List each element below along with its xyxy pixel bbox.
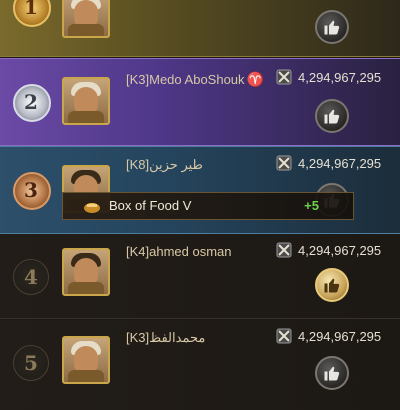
reward-tooltip: Box of Food V +5 xyxy=(62,192,354,220)
avatar[interactable] xyxy=(62,248,110,296)
rank-badge: 5 xyxy=(10,342,52,384)
rank-3-medal-icon: 3 xyxy=(10,169,52,211)
crossed-swords-icon xyxy=(276,155,292,171)
avatar[interactable] xyxy=(62,336,110,384)
leaderboard-row-4[interactable]: 4 [K4]ahmed osman 4,294,967,295 xyxy=(0,234,400,319)
rank-number: 1 xyxy=(24,0,38,19)
player-name: [K3]محمدالفظ xyxy=(126,330,206,345)
rank-number: 4 xyxy=(24,265,38,289)
like-button[interactable] xyxy=(315,356,349,390)
like-button[interactable] xyxy=(315,99,349,133)
thumbs-up-icon xyxy=(324,366,340,381)
thumbs-up-icon xyxy=(324,20,340,35)
aries-symbol-icon: ♈ xyxy=(246,71,264,87)
avatar[interactable] xyxy=(62,77,110,125)
thumbs-up-icon xyxy=(324,109,340,124)
crossed-swords-icon xyxy=(276,69,292,85)
crossed-swords-icon xyxy=(276,242,292,258)
leaderboard-row-3[interactable]: 3 [K8]طير حزين 4,294,967,295 xyxy=(0,146,400,234)
avatar[interactable] xyxy=(62,0,110,38)
rank-2-medal-icon: 2 xyxy=(10,81,52,123)
like-button-active[interactable] xyxy=(315,268,349,302)
food-box-icon xyxy=(83,197,101,215)
rank-number: 3 xyxy=(24,178,38,202)
rank-number: 2 xyxy=(24,90,38,114)
power-value: 4,294,967,295 xyxy=(276,328,381,344)
leaderboard-row-2[interactable]: 2 [K3]Medo AboShouk ♈ 4,294,967,295 xyxy=(0,58,400,146)
reward-amount: +5 xyxy=(304,198,319,213)
leaderboard-row-5[interactable]: 5 [K3]محمدالفظ 4,294,967,295 xyxy=(0,320,400,410)
rank-number: 5 xyxy=(24,351,38,375)
crossed-swords-icon xyxy=(276,328,292,344)
player-name: [K8]طير حزين xyxy=(126,157,203,172)
power-value: 4,294,967,295 xyxy=(276,155,381,171)
power-value: 4,294,967,295 xyxy=(276,242,381,258)
leaderboard-row-1[interactable]: 1 xyxy=(0,0,400,57)
player-name: [K4]ahmed osman xyxy=(126,244,232,259)
thumbs-up-icon xyxy=(324,278,340,293)
rank-1-medal-icon: 1 xyxy=(10,0,52,28)
reward-item-name: Box of Food V xyxy=(109,198,192,213)
rank-badge: 4 xyxy=(10,256,52,298)
like-button[interactable] xyxy=(315,10,349,44)
power-value: 4,294,967,295 xyxy=(276,69,381,85)
player-name: [K3]Medo AboShouk ♈ xyxy=(126,71,264,87)
